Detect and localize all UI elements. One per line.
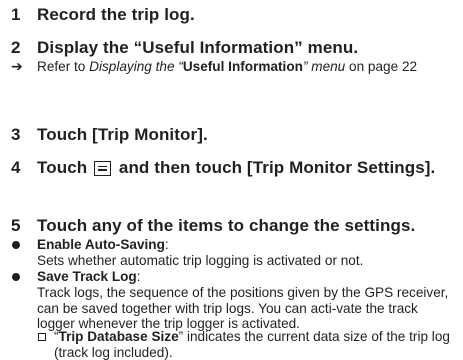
note-text: “Trip Database Size” indicates the curre… [54,329,454,360]
reference-prefix: Refer to [37,59,90,74]
item-title: Save Track Log [37,269,137,284]
step-text: Record the trip log. [37,5,195,24]
step-text: Touch [Trip Monitor]. [37,125,208,144]
step-number: 5 [11,216,21,235]
item-title: Enable Auto-Saving [37,237,165,252]
step-3: 3 Touch [Trip Monitor]. [11,125,457,145]
step-text-after-icon: and then touch [Trip Monitor Settings]. [118,158,436,177]
step-number: 1 [11,5,21,24]
step-text: Touch any of the items to change the set… [37,216,416,235]
reference-italic-b: ” menu [302,59,346,74]
reference-italic-a: Displaying the “ [89,59,183,74]
note-box-icon [38,333,46,341]
step-number: 2 [11,38,21,57]
step-5: 5 Touch any of the items to change the s… [11,216,457,236]
item-auto-saving-description: Sets whether automatic trip logging is a… [37,253,364,268]
bullet-icon [12,241,20,249]
step-text: Touch and then touch [Trip Monitor Setti… [37,158,457,178]
reference-bold: Useful Information [182,59,303,74]
menu-icon [94,161,112,176]
reference-suffix: on page 22 [345,59,418,74]
reference-note: ➔ Refer to Displaying the “Useful Inform… [11,58,451,75]
item-colon: : [136,269,141,284]
reference-text: Refer to Displaying the “Useful Informat… [37,59,437,75]
step-text: Display the “Useful Information” menu. [37,38,359,57]
step-4: 4 Touch and then touch [Trip Monitor Set… [11,158,457,178]
bullet-icon [12,273,20,281]
step-1: 1 Record the trip log. [11,5,457,25]
item-colon: : [164,237,169,252]
step-number: 4 [11,158,21,177]
item-save-track-log-title: Save Track Log: [37,269,141,285]
item-auto-saving-title: Enable Auto-Saving: [37,237,169,253]
manual-page: 1 Record the trip log. 2 Display the “Us… [0,0,463,360]
item-save-track-log-description: Track logs, the sequence of the position… [37,285,449,332]
arrow-icon: ➔ [11,58,23,74]
note-bold: Trip Database Size [58,329,179,344]
step-2: 2 Display the “Useful Information” menu. [11,38,457,58]
step-text-before-icon: Touch [37,158,88,177]
step-number: 3 [11,125,21,144]
